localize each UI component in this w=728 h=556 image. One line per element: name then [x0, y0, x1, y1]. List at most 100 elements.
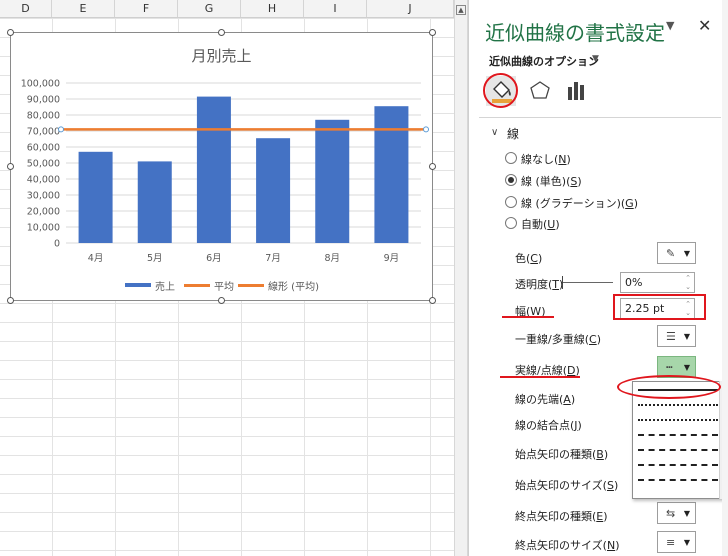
y-tick-label: 70,000	[27, 127, 60, 138]
radio-solid-line[interactable]	[505, 174, 517, 186]
section-collapse-chevron-icon[interactable]: ∨	[491, 127, 498, 138]
radio-no-line[interactable]	[505, 152, 517, 164]
y-tick-label: 90,000	[27, 95, 60, 106]
end-arrow-type-label: 終点矢印の種類(E)	[515, 510, 608, 523]
radio-automatic[interactable]	[505, 217, 517, 229]
bar-sales[interactable]	[256, 138, 291, 243]
annotation-underline-width	[502, 316, 554, 318]
trendline-handle-end[interactable]	[423, 126, 429, 133]
close-icon[interactable]: ✕	[698, 16, 711, 35]
radio-gradient-line[interactable]	[505, 196, 517, 208]
annotation-ellipse-solid-option	[617, 375, 721, 399]
sheet-vertical-scrollbar[interactable]: ▲	[454, 0, 468, 556]
bar-sales[interactable]	[137, 161, 172, 243]
compound-type-label: 一重線/多重線(C)	[515, 333, 601, 346]
dash-option-long-dash[interactable]	[636, 459, 720, 472]
section-title-line[interactable]: 線	[507, 125, 519, 142]
dash-option-square-dot[interactable]	[636, 414, 720, 427]
begin-arrow-size-label: 始点矢印のサイズ(S)	[515, 479, 619, 492]
trendline-handle-start[interactable]	[58, 126, 64, 133]
legend-label-sales: 売上	[155, 281, 175, 293]
dropdown-arrow-icon: ▼	[683, 363, 690, 372]
chart-area[interactable]: 月別売上 100,000 90,000 80,000 70,000 60,000 50,0…	[7, 29, 436, 304]
effects-pentagon-icon[interactable]	[524, 75, 556, 107]
dash-lines-icon: ┅	[666, 361, 673, 374]
color-label: 色(C)	[515, 252, 543, 265]
legend-label-average: 平均	[214, 281, 234, 293]
dash-option-dash[interactable]	[636, 429, 720, 442]
y-tick-label: 50,000	[27, 159, 60, 170]
resize-handle-right[interactable]	[429, 163, 436, 170]
pen-color-icon: ✎	[666, 247, 676, 260]
bar-sales[interactable]	[315, 119, 350, 243]
dropdown-arrow-icon: ▼	[683, 249, 690, 258]
legend-item-average[interactable]: 平均	[184, 278, 234, 293]
radio-label-automatic[interactable]: 自動(U)	[521, 216, 560, 232]
pane-scrollbar[interactable]	[722, 0, 728, 556]
y-tick-label: 0	[54, 239, 60, 250]
dropdown-arrow-icon: ▼	[683, 509, 690, 518]
y-tick-label: 60,000	[27, 143, 60, 154]
bar-sales[interactable]	[196, 96, 231, 243]
resize-handle-top-right[interactable]	[429, 29, 436, 36]
annotation-underline-dash	[500, 376, 580, 378]
y-tick-label: 100,000	[21, 79, 60, 90]
bar-sales[interactable]	[78, 151, 113, 243]
cap-type-label: 線の先端(A)	[515, 393, 576, 406]
end-arrow-size-button[interactable]: ≡ ▼	[657, 531, 696, 553]
resize-handle-left[interactable]	[7, 163, 14, 170]
compound-lines-icon: ☰	[666, 330, 676, 343]
divider	[479, 117, 721, 118]
dash-option-dash-dot[interactable]	[636, 444, 720, 457]
begin-arrow-type-label: 始点矢印の種類(B)	[515, 448, 609, 461]
plot-area[interactable]: 100,000 90,000 80,000 70,000 60,000 50,000 40,…	[11, 33, 434, 302]
spinner-arrows-icon[interactable]: ⌃ ⌄	[685, 274, 691, 292]
column-header-h[interactable]: H	[241, 0, 304, 17]
transparency-slider-track[interactable]	[563, 282, 613, 283]
legend-label-trendline: 線形 (平均)	[268, 281, 319, 293]
transparency-label: 透明度(T)	[515, 278, 563, 291]
trendline-options-bar-icon[interactable]	[560, 75, 592, 107]
resize-handle-top[interactable]	[218, 29, 225, 36]
end-arrow-type-button[interactable]: ⇆ ▼	[657, 502, 696, 524]
y-tick-label: 30,000	[27, 191, 60, 202]
dash-option-round-dot[interactable]	[636, 399, 720, 412]
dropdown-arrow-icon: ▼	[683, 538, 690, 547]
pane-menu-chevron-icon[interactable]: ▼	[666, 19, 674, 32]
legend-item-sales[interactable]: 売上	[125, 278, 175, 293]
join-type-label: 線の結合点(J)	[515, 419, 582, 432]
chevron-down-icon[interactable]: ▼	[592, 54, 599, 64]
pane-title: 近似曲線の書式設定	[485, 21, 665, 45]
bar-sales[interactable]	[374, 106, 409, 243]
x-tick-label: 7月	[265, 253, 281, 264]
scroll-up-arrow-icon[interactable]: ▲	[456, 5, 466, 15]
radio-label-gradient-line[interactable]: 線 (グラデーション)(G)	[521, 195, 638, 211]
dropdown-arrow-icon: ▼	[683, 332, 690, 341]
resize-handle-bottom-right[interactable]	[429, 297, 436, 304]
compound-type-button[interactable]: ☰ ▼	[657, 325, 696, 347]
column-header-bar: D E F G H I J	[0, 0, 454, 18]
y-tick-label: 40,000	[27, 175, 60, 186]
column-header-i[interactable]: I	[304, 0, 367, 17]
legend-item-trendline[interactable]: 線形 (平均)	[238, 278, 319, 293]
column-header-e[interactable]: E	[52, 0, 115, 17]
resize-handle-bottom-left[interactable]	[7, 297, 14, 304]
x-tick-label: 8月	[324, 253, 340, 264]
column-header-j[interactable]: J	[367, 0, 454, 17]
x-tick-label: 9月	[384, 253, 400, 264]
radio-label-no-line[interactable]: 線なし(N)	[521, 151, 571, 167]
column-header-d[interactable]: D	[0, 0, 52, 17]
dash-option-long-dash-dot[interactable]	[636, 474, 720, 487]
arrow-type-icon: ⇆	[666, 507, 676, 520]
resize-handle-bottom[interactable]	[218, 297, 225, 304]
radio-label-solid-line[interactable]: 線 (単色)(S)	[521, 173, 582, 189]
color-picker-button[interactable]: ✎ ▼	[657, 242, 696, 264]
resize-handle-top-left[interactable]	[7, 29, 14, 36]
legend-swatch-sales	[125, 283, 151, 287]
trendline-options-dropdown[interactable]: 近似曲線のオプション	[489, 53, 599, 69]
column-header-f[interactable]: F	[115, 0, 178, 17]
transparency-input[interactable]: 0% ⌃ ⌄	[620, 272, 695, 293]
column-header-g[interactable]: G	[178, 0, 241, 17]
y-tick-label: 10,000	[27, 223, 60, 234]
legend-swatch-average	[184, 283, 210, 287]
